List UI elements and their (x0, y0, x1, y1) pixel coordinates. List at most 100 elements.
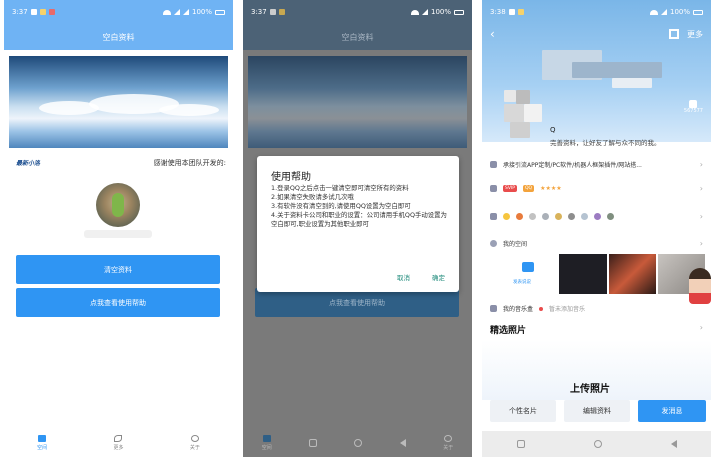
screenshot-collage: 3:37 100% 空白资料 最新小洛 感谢使用本团队开发的: 清空资料 点我查… (0, 0, 711, 457)
blurred-nickname (84, 230, 152, 238)
music-box-row[interactable]: 我的音乐盒 暂未添加音乐 (490, 304, 585, 313)
page-title: 空白资料 (102, 32, 135, 42)
medal-icon (503, 212, 510, 220)
signal-icon (173, 9, 180, 15)
home-circle-icon[interactable] (593, 440, 602, 448)
ok-button[interactable]: 确定 (432, 272, 445, 282)
notification-icon (508, 9, 515, 15)
help-button[interactable]: 点我查看使用帮助 (16, 288, 220, 317)
avatar[interactable] (504, 90, 542, 138)
nav-item-about[interactable]: 关于 (443, 435, 453, 451)
home-circle-icon[interactable] (354, 439, 363, 447)
row-text: 我的空间 (503, 240, 528, 248)
notification-icon (269, 9, 276, 15)
chevron-right-icon: › (699, 211, 703, 221)
nav-label: 空间 (261, 445, 272, 451)
profile-name: Q (550, 126, 556, 134)
qr-code-icon[interactable] (669, 29, 679, 39)
marquee-text: 感谢使用本团队开发的: (153, 159, 226, 167)
medal-icon (568, 212, 575, 220)
battery-icon (693, 9, 703, 15)
more-button[interactable]: 更多 (687, 29, 703, 40)
signal-icon (182, 9, 189, 15)
phone-screen-qq-profile: 3:38 100% ‹ 更多 567577 Q 完善资料，让好友了解与众不同的我… (482, 0, 711, 457)
team-logo: 最新小洛 (16, 160, 41, 167)
profile-row-medals[interactable]: › (482, 206, 711, 226)
star-icon (490, 239, 497, 247)
cancel-button[interactable]: 取消 (397, 272, 410, 282)
profile-row-space[interactable]: 我的空间 › (482, 233, 711, 253)
status-time: 3:37 (251, 8, 267, 16)
app-title-bar: 空白资料 (243, 24, 472, 50)
recents-icon[interactable] (516, 440, 525, 448)
send-message-button[interactable]: 发消息 (638, 400, 706, 422)
help-button: 点我查看使用帮助 (255, 288, 459, 317)
level-stars-icon: ★★★★ (540, 184, 562, 192)
app-title-bar: 空白资料 (4, 24, 233, 50)
page-title: 空白资料 (341, 32, 374, 42)
likes-counter[interactable]: 567577 (684, 100, 703, 114)
svip-badge: SVIP (503, 184, 517, 192)
signal-icon (421, 9, 428, 15)
marquee-row: 最新小洛 感谢使用本团队开发的: (16, 158, 226, 168)
nav-label: 更多 (113, 445, 124, 451)
chart-icon (490, 184, 497, 192)
camera-icon[interactable] (522, 262, 534, 272)
status-bar: 3:38 100% (482, 0, 711, 24)
nav-item-about[interactable]: 关于 (190, 435, 200, 451)
space-photo-strip (510, 254, 705, 294)
dialog-line: 2.如果清空失败请多试几次哦 (271, 193, 354, 201)
nav-item-more[interactable]: 更多 (113, 435, 124, 451)
person-icon (444, 435, 453, 442)
selected-photos-title: 精选照片 (490, 326, 527, 336)
notification-icon (30, 9, 37, 15)
chevron-right-icon: › (699, 238, 703, 248)
wifi-icon (649, 9, 658, 15)
edit-profile-button[interactable]: 编辑资料 (564, 400, 630, 422)
nav-item-space[interactable]: 空间 (37, 435, 47, 451)
profile-card-button[interactable]: 个性名片 (490, 400, 556, 422)
mascot-figure (689, 268, 711, 304)
profile-row-level[interactable]: SVIP QQ ★★★★ › (482, 178, 711, 198)
likes-count: 567577 (683, 108, 703, 114)
battery-percent: 100% (191, 8, 212, 16)
space-photo[interactable] (608, 254, 656, 294)
upload-photos-label[interactable]: 上传照片 (570, 380, 610, 395)
battery-percent: 100% (669, 8, 690, 16)
chevron-right-icon[interactable]: › (700, 323, 703, 332)
battery-percent: 100% (430, 8, 451, 16)
back-icon[interactable] (670, 440, 677, 448)
dialog-line: 3.有软件没有清空到的,请使用QQ设置为空白即可 (271, 202, 411, 210)
medal-icon (490, 212, 497, 220)
wifi-icon (410, 9, 419, 15)
notification-icon (39, 9, 46, 15)
clear-profile-button[interactable]: 清空资料 (16, 255, 220, 284)
recents-icon[interactable] (309, 439, 318, 447)
back-icon[interactable] (399, 439, 406, 447)
signal-icon (660, 9, 667, 15)
profile-header: ‹ 更多 (482, 24, 711, 44)
music-box-icon (490, 305, 497, 312)
nav-item-space[interactable]: 空间 (262, 435, 272, 451)
notification-icon (278, 9, 285, 15)
back-chevron-icon[interactable]: ‹ (490, 27, 495, 41)
medal-icon (542, 212, 549, 220)
wifi-icon (162, 9, 171, 15)
system-nav-bar (482, 431, 711, 457)
space-photo[interactable] (559, 254, 607, 294)
nav-label: 空间 (37, 445, 48, 451)
post-status-label[interactable]: 发表说说 (513, 279, 531, 285)
leaf-icon (114, 435, 123, 442)
profile-row-intro[interactable]: 承接引流APP定制/PC软件/机器人框架插件/网站搭... › (482, 154, 711, 174)
home-icon (262, 435, 271, 442)
medal-icon (516, 212, 523, 220)
music-hint: 暂未添加音乐 (549, 306, 586, 313)
dialog-title: 使用帮助 (271, 172, 311, 183)
red-dot-icon (539, 306, 544, 311)
help-dialog: 使用帮助 1.登录QQ之后点击一键清空即可清空所有的资料 2.如果清空失败请多试… (257, 156, 459, 292)
medal-icon (555, 212, 562, 220)
medal-icon (529, 212, 536, 220)
status-bar: 3:37 100% (4, 0, 233, 24)
medal-icon (581, 212, 588, 220)
chevron-right-icon: › (699, 159, 703, 169)
